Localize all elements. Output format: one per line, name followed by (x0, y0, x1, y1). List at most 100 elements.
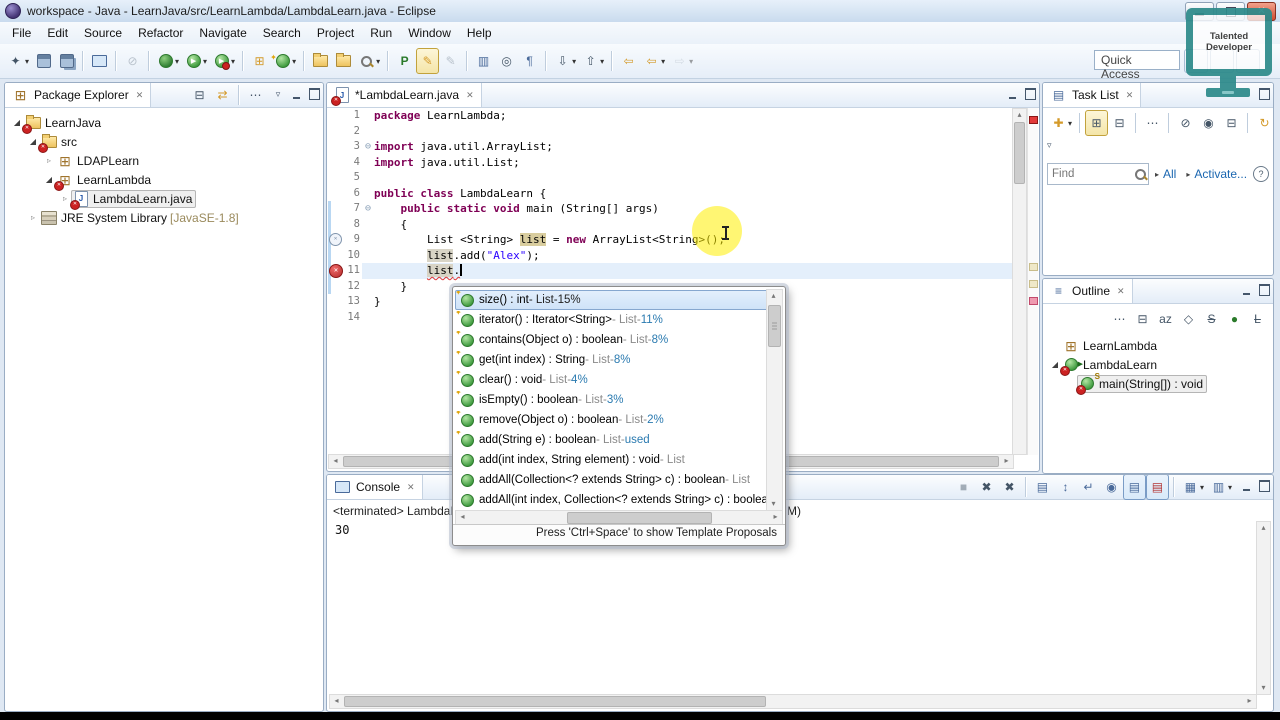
clear-console-button[interactable]: ▤ (1031, 475, 1054, 500)
collapse-icon[interactable]: ◢ (11, 118, 23, 127)
last-edit-location-button[interactable]: ⇦ (617, 48, 640, 74)
new-java-project-button[interactable]: ⊞ (248, 48, 271, 74)
scroll-lock-button[interactable]: ↕ (1054, 475, 1077, 500)
expand-activate-icon[interactable]: ▸ (1186, 170, 1190, 179)
show-stderr-button[interactable]: ▤ (1145, 475, 1169, 500)
completion-item[interactable]: ✦ add(String e) : boolean - List - used (455, 430, 783, 450)
package-explorer-item[interactable]: ◢ ✕ LearnJava (5, 113, 323, 134)
menu-project[interactable]: Project (309, 24, 362, 42)
next-annotation-button[interactable]: ⇩ ▾ (551, 48, 579, 74)
package-explorer-item[interactable]: ◢ ✕ src (5, 132, 323, 153)
debug-button[interactable]: ▾ (154, 48, 182, 74)
dropdown-icon[interactable]: ▾ (1228, 483, 1232, 492)
mark-occurrences-button[interactable]: ✎ (416, 48, 440, 74)
save-button[interactable] (32, 48, 55, 74)
minimize-view-button[interactable] (287, 83, 305, 105)
overview-ruler[interactable] (1027, 108, 1038, 455)
open-console-button[interactable]: ▦ ▾ (1179, 475, 1207, 500)
hide-fields-button[interactable]: ◇ (1177, 306, 1200, 332)
link-with-editor-button[interactable]: ⇄ (211, 83, 234, 108)
menu-file[interactable]: File (4, 24, 39, 42)
dropdown-icon[interactable]: ▾ (376, 57, 380, 66)
collapse-all-button[interactable]: ⊟ (188, 83, 211, 108)
new-wizard-button[interactable]: ✦ ▾ (4, 48, 32, 74)
skip-breakpoints-button[interactable]: ⊘ (121, 48, 144, 74)
code-line[interactable]: 8 { (328, 217, 1014, 233)
editor-vscrollbar[interactable]: ▴ (1012, 108, 1027, 455)
menu-source[interactable]: Source (76, 24, 130, 42)
expand-icon[interactable]: ▹ (59, 194, 71, 203)
completion-item[interactable]: addAll(Collection<? extends String> c) :… (455, 470, 783, 490)
fold-collapse-icon[interactable]: ⊖ (362, 201, 374, 217)
package-explorer-item[interactable]: ▹ JRE System Library [JavaSE-1.8] (5, 208, 323, 227)
word-wrap-button[interactable]: ↵ (1077, 475, 1100, 500)
search-button[interactable]: ▾ (355, 48, 383, 74)
code-line[interactable]: 7 ⊖ public static void main (String[] arg… (328, 201, 1014, 217)
focus-button[interactable]: ⋯ (244, 83, 267, 108)
new-task-button[interactable]: ✚ ▾ (1047, 110, 1075, 136)
scroll-left-icon[interactable]: ◂ (456, 511, 469, 523)
code-line[interactable]: ✕ 11 list. (328, 263, 1014, 279)
package-explorer-item[interactable]: ◢ ⊞ ✕ LearnLambda (5, 170, 323, 191)
menu-edit[interactable]: Edit (39, 24, 76, 42)
dropdown-icon[interactable]: ▾ (572, 57, 576, 66)
scroll-left-icon[interactable]: ◂ (330, 695, 343, 707)
sort-button[interactable]: az (1154, 306, 1177, 332)
terminate-button[interactable]: ■ (952, 475, 975, 500)
hide-completed-button[interactable]: ⊘ (1174, 110, 1197, 136)
trace-button[interactable]: ✎ (439, 48, 462, 74)
hide-non-public-button[interactable]: ● (1223, 306, 1246, 332)
show-stdout-button[interactable]: ▤ (1122, 475, 1146, 500)
menu-help[interactable]: Help (459, 24, 500, 42)
open-resource-button[interactable] (332, 48, 355, 74)
console-hscrollbar[interactable]: ◂ ▸ (329, 694, 1257, 709)
focus-button[interactable]: ⋯ (1108, 306, 1131, 332)
editor-tab[interactable]: J ✕ *LambdaLearn.java ✕ (327, 83, 482, 107)
open-task-button[interactable] (309, 48, 332, 74)
scroll-right-icon[interactable]: ▸ (769, 511, 782, 523)
minimize-view-button[interactable] (1237, 475, 1255, 497)
collapse-all-button[interactable]: ⊟ (1220, 110, 1243, 136)
hide-local-types-button[interactable]: L (1246, 306, 1269, 332)
completion-item[interactable]: add(int index, String element) : void - … (455, 450, 783, 470)
collapse-icon[interactable]: ◢ (43, 175, 55, 184)
help-icon[interactable]: ? (1253, 166, 1269, 182)
categorized-button[interactable]: ⊞ (1085, 110, 1109, 136)
menu-navigate[interactable]: Navigate (191, 24, 254, 42)
menu-search[interactable]: Search (255, 24, 309, 42)
view-menu-button[interactable]: ▿ (269, 83, 287, 105)
completion-item[interactable]: ✦ clear() : void - List - 4% (455, 370, 783, 390)
completion-item[interactable]: ✦ remove(Object o) : boolean - List - 2% (455, 410, 783, 430)
quick-access-input[interactable]: Quick Access (1094, 50, 1180, 81)
run-last-button[interactable]: ▶ ▾ (210, 48, 238, 74)
run-button[interactable]: ▶ ▾ (182, 48, 210, 74)
close-editor-icon[interactable]: ✕ (466, 90, 474, 101)
filter-all-link[interactable]: All (1163, 167, 1176, 181)
back-button[interactable]: ⇦ ▾ (640, 48, 668, 74)
close-view-icon[interactable]: ✕ (1126, 90, 1134, 101)
maximize-view-button[interactable] (305, 83, 323, 105)
code-line[interactable]: ✕ 9 List <String> list = new ArrayList<St… (328, 232, 1014, 248)
show-source-of-selected-button[interactable]: ◎ (495, 48, 518, 74)
completion-item[interactable]: ✦ get(int index) : String - List - 8% (455, 350, 783, 370)
close-view-icon[interactable]: ✕ (136, 90, 144, 101)
dropdown-icon[interactable]: ▾ (203, 57, 207, 66)
new-class-button[interactable]: ✦ ▾ (270, 48, 299, 74)
previous-annotation-button[interactable]: ⇧ ▾ (579, 48, 607, 74)
menu-window[interactable]: Window (400, 24, 459, 42)
activate-link[interactable]: Activate... (1194, 167, 1247, 181)
minimize-view-button[interactable] (1237, 279, 1255, 301)
menu-run[interactable]: Run (362, 24, 400, 42)
scroll-right-icon[interactable]: ▸ (1000, 455, 1013, 467)
code-line[interactable]: 5 (328, 170, 1014, 186)
menu-refactor[interactable]: Refactor (130, 24, 191, 42)
outline-item[interactable]: ◢ ▶ ✕ LambdaLearn (1043, 355, 1273, 376)
collapse-icon[interactable]: ◢ (27, 137, 39, 146)
dropdown-icon[interactable]: ▾ (661, 57, 665, 66)
outline-item[interactable]: ⊞ LearnLambda (1043, 336, 1273, 355)
close-view-icon[interactable]: ✕ (1117, 286, 1125, 297)
maximize-view-button[interactable] (1255, 279, 1273, 301)
maximize-view-button[interactable] (1255, 475, 1273, 497)
completion-item[interactable]: ✦ iterator() : Iterator<String> - List - … (455, 310, 783, 330)
problem-marker-icon[interactable]: ✕ (329, 233, 342, 246)
